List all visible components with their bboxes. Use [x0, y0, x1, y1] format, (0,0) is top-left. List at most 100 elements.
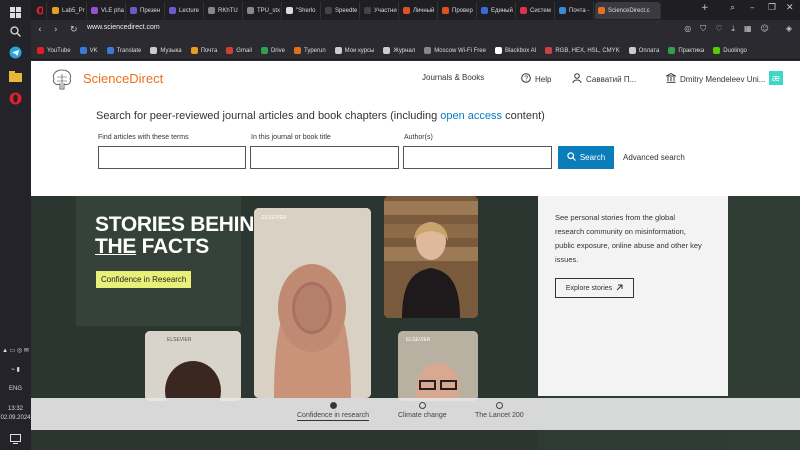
bookmark-item[interactable]: Мои курсы: [334, 47, 374, 54]
tray-icons-2[interactable]: ⌁ ▮: [0, 366, 31, 373]
browser-tab[interactable]: Личный: [400, 2, 438, 19]
bookmark-item[interactable]: Оплата: [628, 47, 659, 54]
portrait-photo-glasses[interactable]: ELSEVIER: [398, 331, 478, 401]
bookmark-item[interactable]: VK: [79, 47, 98, 54]
user-menu[interactable]: Савватий П...: [572, 73, 636, 85]
help-link[interactable]: ? Help: [521, 73, 551, 85]
search-heading-text: Search for peer-reviewed journal article…: [96, 110, 441, 122]
heart-icon[interactable]: ♡: [715, 24, 722, 34]
advanced-search-link[interactable]: Advanced search: [623, 153, 685, 162]
institution-name: Dmitry Mendeleev Uni...: [680, 74, 766, 84]
tab-favicon-icon: [481, 7, 488, 14]
browser-tab[interactable]: Единый: [478, 2, 516, 19]
browser-tab[interactable]: Провер: [439, 2, 477, 19]
portrait-photo-left[interactable]: ELSEVIER: [145, 331, 241, 401]
open-access-link[interactable]: open access: [440, 110, 502, 122]
camera-icon[interactable]: ◎: [684, 24, 691, 34]
browser-tab[interactable]: TPU_stx: [244, 2, 282, 19]
tab-label: "Sherlo: [296, 7, 316, 14]
bookmark-item[interactable]: Duolingo: [713, 47, 747, 54]
browser-tab[interactable]: RKhTU: [205, 2, 243, 19]
browser-tab[interactable]: Lab5_Pr: [49, 2, 87, 19]
browser-tab[interactable]: ScienceDirect.c: [595, 2, 661, 19]
elsevier-watermark: ELSEVIER: [262, 215, 287, 221]
opera-menu-button[interactable]: [33, 2, 47, 19]
forward-button[interactable]: ›: [54, 25, 58, 35]
bookmark-favicon-icon: [150, 47, 158, 54]
carousel-item[interactable]: Confidence in research: [297, 402, 369, 421]
sciencedirect-logo[interactable]: ScienceDirect: [83, 71, 163, 86]
journals-books-link[interactable]: Journals & Books: [422, 73, 484, 82]
bookmark-label: YouTube: [47, 47, 71, 54]
language-indicator[interactable]: ENG: [0, 386, 31, 392]
shield-icon[interactable]: ⛉: [700, 24, 706, 34]
journal-input[interactable]: [250, 146, 399, 169]
opera-icon[interactable]: [7, 90, 24, 107]
opera-settings-icon[interactable]: ◈: [786, 24, 792, 34]
bookmark-item[interactable]: Blackbox AI: [494, 47, 536, 54]
portrait-photo-bookshelf[interactable]: [384, 196, 478, 318]
extensions-icon[interactable]: ▦: [744, 24, 752, 34]
telegram-icon[interactable]: [7, 44, 24, 61]
notification-icon[interactable]: [7, 430, 24, 447]
hero-headline: STORIES BEHIND THE FACTS: [95, 214, 269, 258]
institution-menu[interactable]: Dmitry Mendeleev Uni...: [664, 72, 766, 85]
browser-tab[interactable]: VLE pha: [88, 2, 126, 19]
new-tab-button[interactable]: +: [701, 3, 709, 13]
translator-extension-icon[interactable]: æ: [769, 71, 783, 85]
carousel-item[interactable]: The Lancet 200: [475, 402, 524, 419]
carousel-dot-icon: [495, 402, 503, 409]
explore-stories-button[interactable]: Explore stories: [555, 278, 634, 298]
tab-favicon-icon: [403, 7, 410, 14]
clock-time[interactable]: 13:32: [0, 406, 31, 412]
search-tabs-icon[interactable]: ⌕: [730, 3, 735, 13]
clock-date[interactable]: 02.09.2024: [0, 415, 31, 421]
bookmark-item[interactable]: Почта: [190, 47, 217, 54]
bookmark-item[interactable]: Moscow Wi-Fi Free: [424, 47, 486, 54]
browser-tab[interactable]: Lecture: [166, 2, 204, 19]
bookmark-item[interactable]: RGB, HEX, HSL, CMYK: [545, 47, 620, 54]
bookmark-item[interactable]: Музыка: [150, 47, 182, 54]
windows-start-icon[interactable]: [7, 4, 24, 21]
bookmark-item[interactable]: Gmail: [226, 47, 252, 54]
elsevier-tree-logo[interactable]: [49, 66, 75, 92]
back-button[interactable]: ‹: [38, 25, 42, 35]
bookmark-item[interactable]: Практика: [668, 47, 704, 54]
portrait-photo-hijab[interactable]: ELSEVIER: [254, 208, 371, 398]
terms-input[interactable]: [98, 146, 246, 169]
profile-icon[interactable]: ☺: [761, 24, 769, 34]
confidence-badge: Confidence in Research: [96, 271, 192, 288]
user-name: Савватий П...: [586, 74, 637, 84]
file-explorer-icon[interactable]: [7, 68, 24, 85]
browser-tab[interactable]: Участни: [361, 2, 399, 19]
tray-icons[interactable]: ▲ ▭ ◎ ✉: [0, 347, 31, 354]
carousel-item[interactable]: Climate change: [398, 402, 447, 419]
browser-tab[interactable]: Систем: [517, 2, 555, 19]
bookmark-item[interactable]: Drive: [260, 47, 285, 54]
search-button[interactable]: Search: [558, 146, 614, 169]
close-window-button[interactable]: ✕: [786, 3, 794, 13]
maximize-button[interactable]: ❐: [768, 3, 776, 13]
authors-input[interactable]: [403, 146, 552, 169]
bookmark-label: Практика: [678, 47, 705, 54]
journals-books-label: Journals & Books: [422, 73, 485, 82]
search-icon[interactable]: [7, 23, 24, 40]
tab-bar: Lab5_Pr VLE pha Презен Lecture RKhTU TPU_stx "…: [31, 0, 800, 20]
reload-button[interactable]: ↻: [70, 25, 78, 35]
minimize-button[interactable]: –: [750, 3, 755, 13]
tab-favicon-icon: [91, 7, 98, 14]
elsevier-watermark-2: ELSEVIER: [167, 337, 192, 343]
browser-tab[interactable]: Презен: [127, 2, 165, 19]
browser-tab[interactable]: "Sherlo: [283, 2, 321, 19]
bookmark-item[interactable]: Typerun: [293, 47, 326, 54]
browser-tab[interactable]: Почта -: [556, 2, 594, 19]
url-field[interactable]: www.sciencedirect.com: [87, 24, 160, 31]
bookmark-item[interactable]: YouTube: [37, 47, 71, 54]
download-icon[interactable]: ⤓: [731, 24, 735, 34]
bookmark-item[interactable]: Журнал: [383, 47, 415, 54]
bookmark-item[interactable]: Translate: [106, 47, 141, 54]
terms-label: Find articles with these terms: [98, 134, 189, 141]
browser-tab[interactable]: Speedte: [322, 2, 360, 19]
bookmark-favicon-icon: [79, 47, 87, 54]
help-label: Help: [535, 74, 552, 84]
